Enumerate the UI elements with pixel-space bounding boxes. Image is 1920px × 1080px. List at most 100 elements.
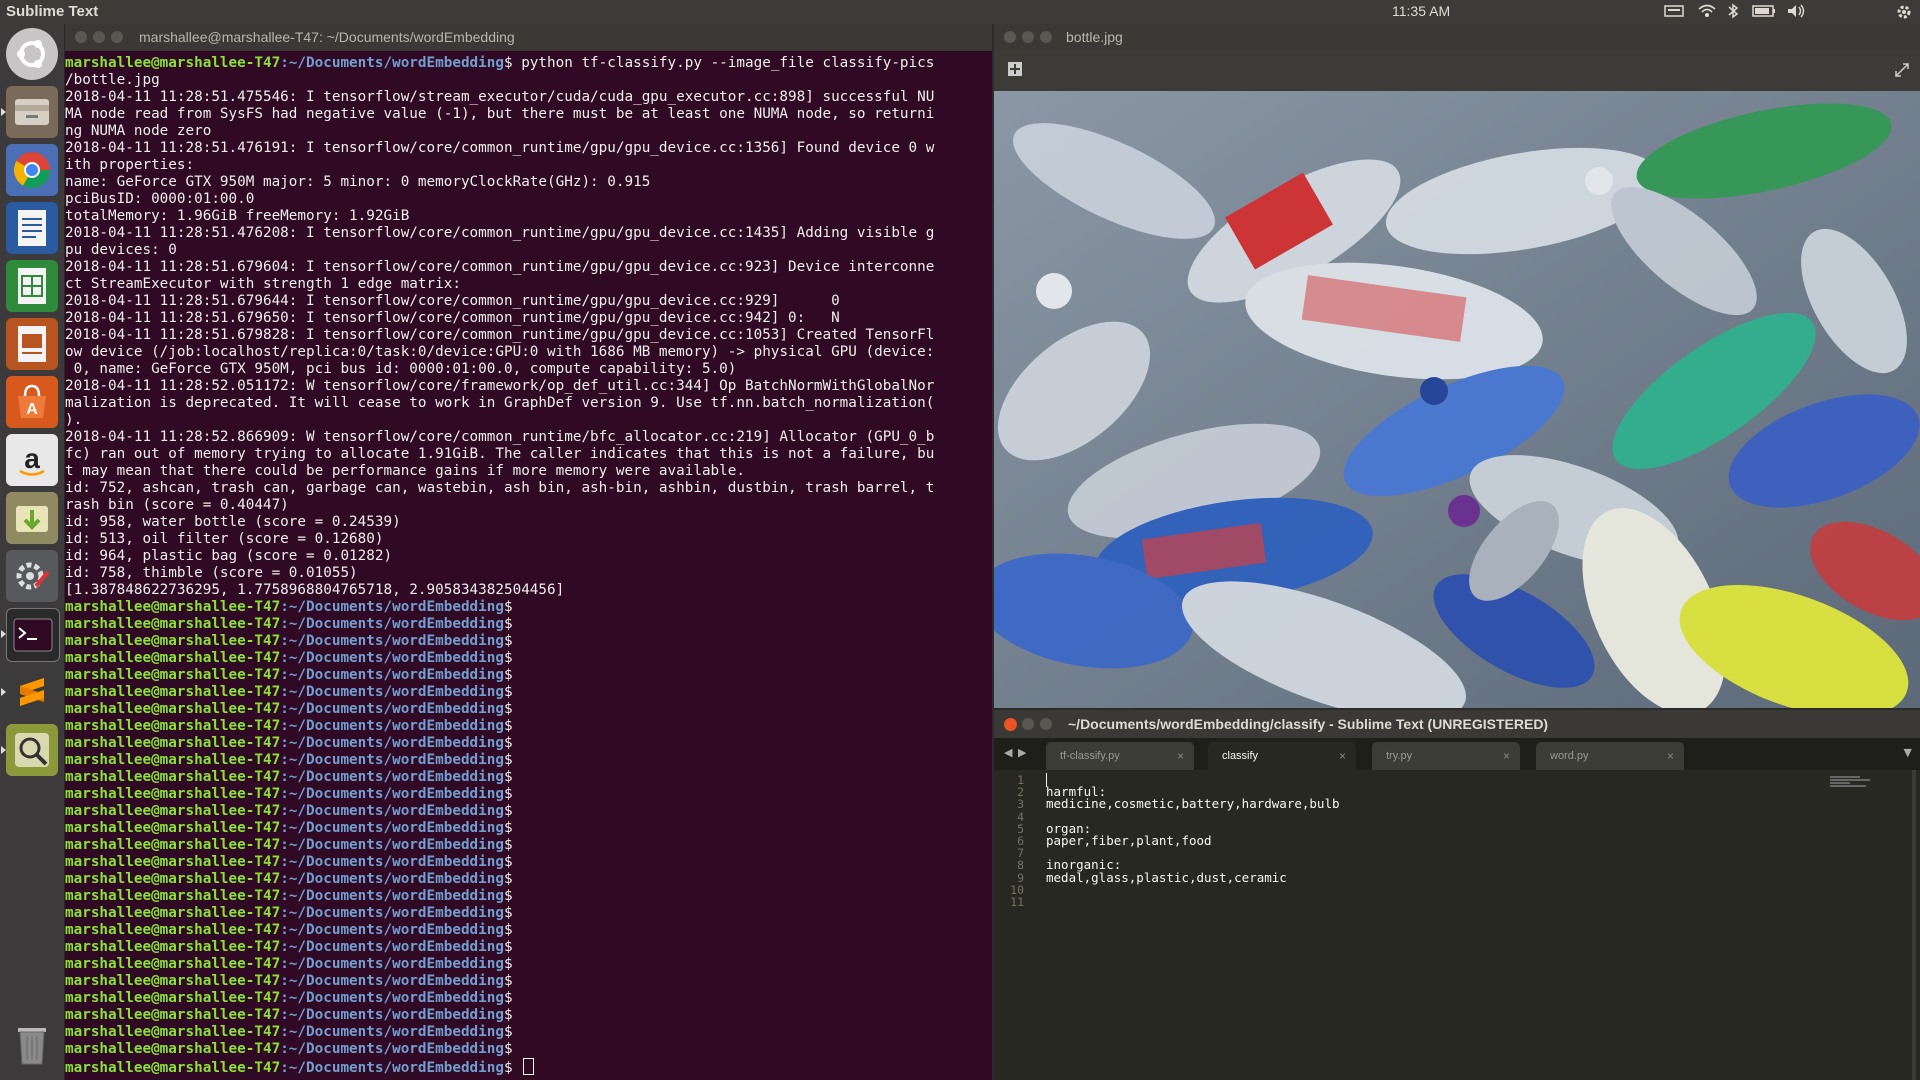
terminal-output-line: fc) ran out of memory trying to allocate…	[65, 446, 935, 462]
tab-classify[interactable]: classify ×	[1208, 742, 1356, 770]
top-panel: Sublime Text 11:35 AM	[0, 0, 1920, 24]
code-line[interactable]: medal,glass,plastic,dust,ceramic	[1046, 870, 1287, 885]
close-tab-icon[interactable]: ×	[1177, 749, 1184, 763]
fullscreen-icon[interactable]	[1894, 62, 1910, 82]
close-button[interactable]	[1004, 31, 1016, 43]
terminal-output-line: 2018-04-11 11:28:52.051172: W tensorflow…	[65, 378, 935, 394]
tab-dropdown-icon[interactable]: ▼	[1904, 746, 1912, 759]
terminal-output-line: t may mean that there could be performan…	[65, 463, 745, 479]
system-settings-icon[interactable]	[6, 550, 58, 602]
terminal-output-line: name: GeForce GTX 950M major: 5 minor: 0…	[65, 174, 651, 190]
battery-icon[interactable]	[1752, 3, 1776, 23]
terminal-prompt-line: marshallee@marshallee-T47:~/Documents/wo…	[65, 769, 513, 785]
terminal-output-line: pu devices: 0	[65, 242, 177, 258]
image-viewer-icon[interactable]	[6, 724, 58, 776]
editor-area[interactable]: 1 2 harmful: 3 medicine,cosmetic,battery,har…	[994, 770, 1920, 1080]
terminal-output-line: 2018-04-11 11:28:51.679650: I tensorflow…	[65, 310, 840, 326]
running-indicator	[1, 688, 6, 696]
terminal-prompt-line: marshallee@marshallee-T47:~/Documents/wo…	[65, 956, 513, 972]
clock[interactable]: 11:35 AM	[1392, 3, 1450, 19]
terminal-prompt-line: marshallee@marshallee-T47:~/Documents/wo…	[65, 633, 513, 649]
terminal-prompt-line: marshallee@marshallee-T47:~/Documents/wo…	[65, 837, 513, 853]
terminal-prompt-line: marshallee@marshallee-T47:~/Documents/wo…	[65, 701, 513, 717]
terminal-output-line: ith properties:	[65, 157, 195, 173]
terminal-output-line: id: 964, plastic bag (score = 0.01282)	[65, 548, 393, 564]
files-icon[interactable]	[6, 86, 58, 138]
close-button[interactable]	[1004, 718, 1017, 731]
terminal-cursor	[523, 1058, 535, 1075]
libreoffice-calc-icon[interactable]	[6, 260, 58, 312]
sublime-text-icon[interactable]	[6, 666, 58, 718]
volume-icon[interactable]	[1786, 3, 1806, 23]
minimize-button[interactable]	[1022, 31, 1034, 43]
libreoffice-impress-icon[interactable]	[6, 318, 58, 370]
scrollbar[interactable]	[1912, 770, 1916, 1080]
sublime-window[interactable]: ~/Documents/wordEmbedding/classify - Sub…	[994, 710, 1920, 1080]
code-line[interactable]: medicine,cosmetic,battery,hardware,bulb	[1046, 796, 1340, 811]
libreoffice-writer-icon[interactable]	[6, 202, 58, 254]
terminal-output-line: 0, name: GeForce GTX 950M, pci bus id: 0…	[65, 361, 737, 377]
viewer-title: bottle.jpg	[1066, 29, 1123, 45]
terminal-output-line: ).	[65, 412, 83, 428]
terminal-prompt-line: marshallee@marshallee-T47:~/Documents/wo…	[65, 803, 513, 819]
viewer-toolbar	[994, 51, 1920, 91]
tab-tf-classify[interactable]: tf-classify.py ×	[1046, 742, 1194, 770]
amazon-icon[interactable]: a	[6, 434, 58, 486]
add-icon[interactable]	[1008, 62, 1022, 80]
terminal-prompt-line: marshallee@marshallee-T47:~/Documents/wo…	[65, 752, 513, 768]
terminal-prompt-line: marshallee@marshallee-T47:~/Documents/wo…	[65, 820, 513, 836]
minimap[interactable]	[1830, 774, 1890, 794]
terminal-prompt-line: marshallee@marshallee-T47:~/Documents/wo…	[65, 599, 513, 615]
maximize-button[interactable]	[111, 31, 123, 43]
close-tab-icon[interactable]: ×	[1503, 749, 1510, 763]
minimize-button[interactable]	[93, 31, 105, 43]
terminal-output-line: id: 958, water bottle (score = 0.24539)	[65, 514, 401, 530]
code-line[interactable]: paper,fiber,plant,food	[1046, 833, 1212, 848]
terminal-output-line: ow device (/job:localhost/replica:0/task…	[65, 344, 935, 360]
terminal-output-line: 2018-04-11 11:28:51.679828: I tensorflow…	[65, 327, 935, 343]
terminal-titlebar[interactable]: marshallee@marshallee-T47: ~/Documents/w…	[65, 24, 992, 51]
software-center-icon[interactable]: A	[6, 376, 58, 428]
line-number: 11	[1010, 895, 1024, 909]
terminal-prompt-line: marshallee@marshallee-T47:~/Documents/wo…	[65, 684, 513, 700]
terminal-output-line: 2018-04-11 11:28:51.476208: I tensorflow…	[65, 225, 935, 241]
tab-nav-right-icon[interactable]: ▶	[1018, 746, 1026, 759]
sublime-titlebar[interactable]: ~/Documents/wordEmbedding/classify - Sub…	[994, 710, 1920, 738]
terminal-window[interactable]: marshallee@marshallee-T47: ~/Documents/w…	[65, 24, 992, 1080]
terminal-output-line: rash bin (score = 0.40447)	[65, 497, 289, 513]
minimize-button[interactable]	[1022, 718, 1034, 730]
chromium-icon[interactable]	[6, 144, 58, 196]
tab-word[interactable]: word.py ×	[1536, 742, 1684, 770]
gear-icon[interactable]	[1895, 3, 1913, 25]
ubuntu-dash-icon[interactable]	[6, 28, 58, 80]
tab-nav-left-icon[interactable]: ◀	[1004, 746, 1012, 759]
terminal-prompt-line: marshallee@marshallee-T47:~/Documents/wo…	[65, 973, 513, 989]
transmission-icon[interactable]	[6, 492, 58, 544]
close-button[interactable]	[75, 31, 87, 43]
terminal-prompt-line: marshallee@marshallee-T47:~/Documents/wo…	[65, 905, 513, 921]
terminal-icon[interactable]	[6, 608, 60, 662]
svg-text:A: A	[26, 401, 38, 418]
close-tab-icon[interactable]: ×	[1339, 749, 1346, 763]
terminal-prompt-line: marshallee@marshallee-T47:~/Documents/wo…	[65, 888, 513, 904]
wifi-icon[interactable]	[1698, 3, 1716, 23]
close-tab-icon[interactable]: ×	[1667, 749, 1674, 763]
running-indicator	[1, 630, 6, 638]
terminal-output-line: pciBusID: 0000:01:00.0	[65, 191, 255, 207]
tab-try[interactable]: try.py ×	[1372, 742, 1520, 770]
terminal-prompt-line: marshallee@marshallee-T47:~/Documents/wo…	[65, 667, 513, 683]
maximize-button[interactable]	[1040, 718, 1052, 730]
command-line: marshallee@marshallee-T47:~/Documents/wo…	[65, 55, 935, 71]
terminal-output-line: 2018-04-11 11:28:51.679604: I tensorflow…	[65, 259, 935, 275]
terminal-prompt-line: marshallee@marshallee-T47:~/Documents/wo…	[65, 1041, 513, 1057]
image-viewer-window[interactable]: bottle.jpg	[994, 24, 1920, 708]
terminal-output-line: ct StreamExecutor with strength 1 edge m…	[65, 276, 461, 292]
terminal-output[interactable]: marshallee@marshallee-T47:~/Documents/wo…	[65, 51, 992, 1075]
maximize-button[interactable]	[1040, 31, 1052, 43]
terminal-prompt-line: marshallee@marshallee-T47:~/Documents/wo…	[65, 735, 513, 751]
keyboard-icon[interactable]	[1664, 3, 1684, 23]
viewer-titlebar[interactable]: bottle.jpg	[994, 24, 1920, 51]
trash-icon[interactable]	[6, 1018, 58, 1070]
terminal-title: marshallee@marshallee-T47: ~/Documents/w…	[139, 29, 515, 45]
bluetooth-icon[interactable]	[1727, 3, 1739, 23]
